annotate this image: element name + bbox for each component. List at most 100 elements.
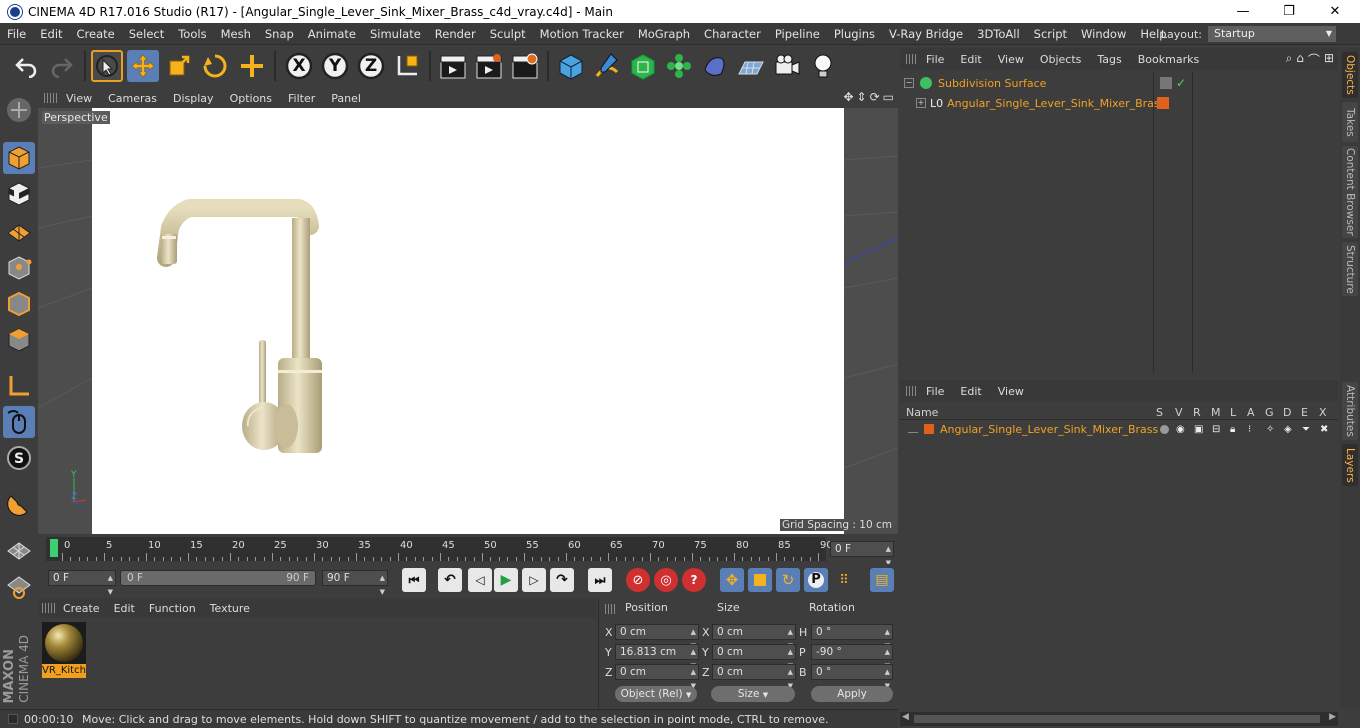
render-picture-viewer-button[interactable] [473, 50, 505, 82]
collapse-icon[interactable]: − [904, 78, 914, 88]
maximize-button[interactable]: ❐ [1266, 0, 1312, 23]
material-menu-create[interactable]: Create [56, 602, 107, 615]
axis-mode-button[interactable] [3, 370, 35, 402]
points-mode-button[interactable] [3, 252, 35, 284]
rotate-tool-button[interactable] [199, 50, 231, 82]
add-camera-button[interactable] [771, 50, 803, 82]
position-x-field[interactable]: 0 cm▲▼ [615, 624, 699, 650]
viewport-menu-options[interactable]: Options [222, 92, 280, 105]
start-frame-field[interactable]: 0 F ▲ ▼ [48, 570, 116, 596]
viewport-menu-filter[interactable]: Filter [280, 92, 323, 105]
tweak-mode-button[interactable] [3, 406, 35, 438]
add-deformer-button[interactable] [699, 50, 731, 82]
rotate-view-icon[interactable]: ⟳ [870, 90, 880, 104]
editor-visibility-icon[interactable] [1160, 77, 1172, 89]
scale-tool-button[interactable] [163, 50, 195, 82]
material-swatch[interactable]: VR_Kitch [42, 622, 86, 678]
deformers-icon[interactable]: ◈ [1284, 424, 1292, 435]
menu-tools[interactable]: Tools [171, 27, 213, 41]
timeline-window-button[interactable]: ▤ [870, 568, 894, 592]
material-menu-function[interactable]: Function [142, 602, 203, 615]
current-frame-field[interactable]: 0 F ▲ ▼ [830, 541, 894, 567]
next-key-button[interactable]: ↷ [550, 568, 574, 592]
playhead[interactable] [50, 539, 58, 557]
render-icon[interactable]: ▣ [1194, 424, 1203, 435]
menu-script[interactable]: Script [1027, 27, 1074, 41]
menu-snap[interactable]: Snap [258, 27, 301, 41]
menu-window[interactable]: Window [1074, 27, 1133, 41]
expressions-icon[interactable]: ⏷ [1302, 424, 1310, 435]
material-menu-texture[interactable]: Texture [203, 602, 257, 615]
live-selection-button[interactable] [91, 50, 123, 82]
add-cube-button[interactable] [555, 50, 587, 82]
render-settings-button[interactable] [509, 50, 541, 82]
layers-menu-view[interactable]: View [990, 385, 1032, 398]
next-frame-button[interactable]: ▷ [522, 568, 546, 592]
x-axis-button[interactable]: X [283, 50, 315, 82]
key-position-button[interactable]: ✥ [720, 568, 744, 592]
go-to-end-button[interactable]: ⏭ [588, 568, 612, 592]
key-parameter-button[interactable]: P [804, 568, 828, 592]
position-z-field[interactable]: 0 cm ▲ ▼ [615, 664, 699, 690]
objects-menu-bookmarks[interactable]: Bookmarks [1130, 53, 1207, 66]
3d-viewport[interactable]: Perspective Grid Spacing : 10 cm Y Z [38, 108, 898, 534]
move-tool-button[interactable] [127, 50, 159, 82]
viewport-menu-display[interactable]: Display [165, 92, 222, 105]
menu-render[interactable]: Render [428, 27, 483, 41]
viewport-menu-cameras[interactable]: Cameras [100, 92, 165, 105]
locked-workplane-button[interactable] [3, 570, 35, 602]
layout-select[interactable]: Startup ▼ [1208, 26, 1336, 42]
tab-takes[interactable]: Takes [1342, 102, 1358, 142]
y-axis-button[interactable]: Y [319, 50, 351, 82]
layer-row[interactable]: Angular_Single_Lever_Sink_Mixer_Brass ◉ … [908, 420, 1338, 438]
expand-icon[interactable]: + [916, 98, 926, 108]
previous-key-button[interactable]: ↶ [438, 568, 462, 592]
tab-structure[interactable]: Structure [1342, 242, 1358, 296]
key-pla-button[interactable]: ⠿ [832, 568, 856, 592]
size-z-field[interactable]: 0 cm▲▼ [712, 664, 796, 690]
menu-file[interactable]: File [0, 27, 33, 41]
menu-simulate[interactable]: Simulate [363, 27, 428, 41]
viewport-menu-view[interactable]: View [58, 92, 100, 105]
objects-menu-tags[interactable]: Tags [1089, 53, 1129, 66]
menu-pipeline[interactable]: Pipeline [768, 27, 827, 41]
objects-menu-file[interactable]: File [918, 53, 952, 66]
texture-mode-button[interactable] [3, 178, 35, 210]
menu-create[interactable]: Create [70, 27, 122, 41]
menu-mograph[interactable]: MoGraph [631, 27, 697, 41]
snap-button[interactable]: S [3, 442, 35, 474]
layers-menu-file[interactable]: File [918, 385, 952, 398]
link-icon[interactable]: ⌒ [1308, 51, 1320, 68]
coordinate-mode-select[interactable]: Object (Rel) ▼ [615, 686, 697, 702]
menu-animate[interactable]: Animate [301, 27, 363, 41]
objects-menu-edit[interactable]: Edit [952, 53, 989, 66]
horizontal-scrollbar[interactable]: ◀ ▶ [900, 712, 1338, 726]
tab-layers[interactable]: Layers [1342, 444, 1358, 486]
redo-button[interactable] [46, 50, 78, 82]
coordinate-system-button[interactable] [391, 50, 423, 82]
keyframe-selection-button[interactable]: ? [682, 568, 706, 592]
render-view-button[interactable] [437, 50, 469, 82]
xref-icon[interactable]: ✖ [1320, 424, 1328, 435]
menu-plugins[interactable]: Plugins [827, 27, 882, 41]
viewport-menu-panel[interactable]: Panel [323, 92, 369, 105]
workplane-mode-button[interactable] [3, 214, 35, 246]
maximize-view-icon[interactable]: ▭ [883, 90, 894, 104]
check-icon[interactable]: ✓ [1176, 76, 1186, 90]
rotation-h-field[interactable]: 0 °▲▼ [811, 624, 893, 650]
object-row-subdivision[interactable]: − Subdivision Surface ✓ [904, 74, 1338, 92]
menu-vray-bridge[interactable]: V-Ray Bridge [882, 27, 970, 41]
menu-edit[interactable]: Edit [33, 27, 69, 41]
record-keys-button[interactable]: ⊘ [626, 568, 650, 592]
zoom-view-icon[interactable]: ⇕ [857, 90, 867, 104]
animation-icon[interactable]: ⁝ [1248, 424, 1251, 435]
rotation-b-field[interactable]: 0 °▲▼ [811, 664, 893, 690]
tab-objects[interactable]: Objects [1342, 52, 1358, 98]
menu-3dtoall[interactable]: 3DToAll [970, 27, 1027, 41]
go-to-start-button[interactable]: ⏮ [402, 568, 426, 592]
recent-tool-button[interactable] [236, 50, 268, 82]
size-x-field[interactable]: 0 cm▲▼ [712, 624, 796, 650]
menu-mesh[interactable]: Mesh [214, 27, 258, 41]
objects-menu-view[interactable]: View [990, 53, 1032, 66]
pan-view-icon[interactable]: ✥ [843, 90, 853, 104]
